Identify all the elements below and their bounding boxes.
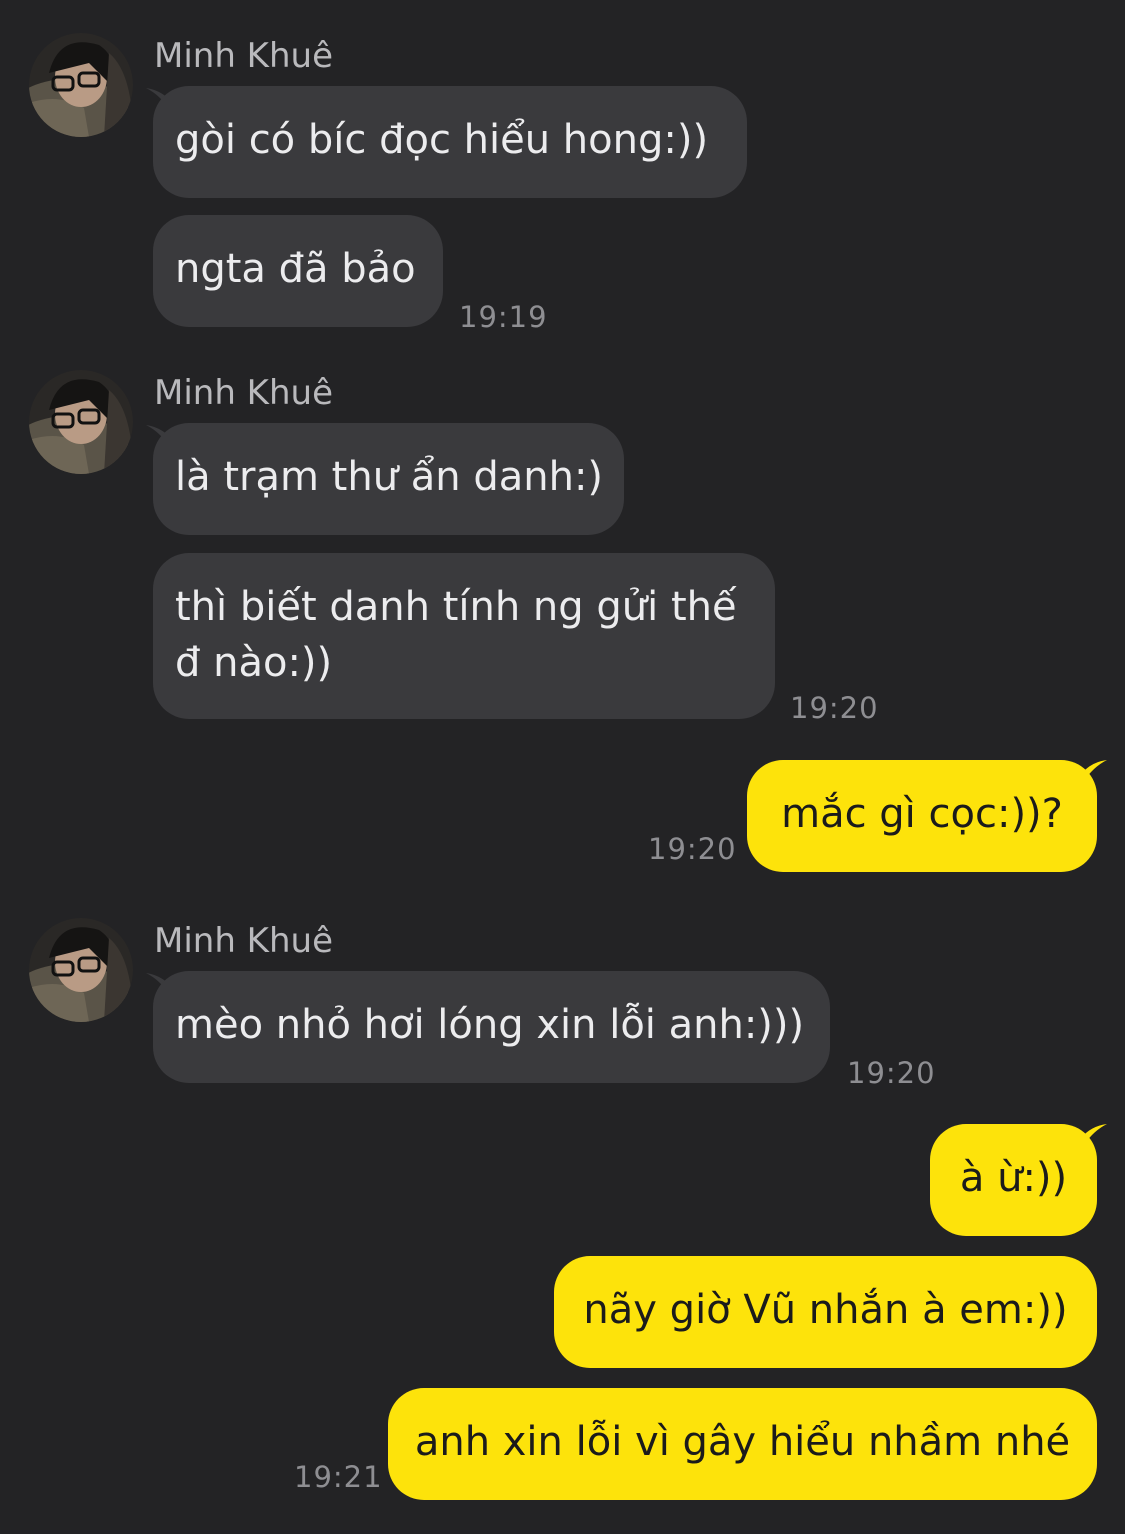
- sender-name: Minh Khuê: [154, 373, 333, 413]
- message-timestamp: 19:20: [790, 691, 879, 725]
- avatar[interactable]: [29, 33, 133, 137]
- bubble-tail: [1081, 1124, 1107, 1150]
- message-bubble-outgoing[interactable]: nãy giờ Vũ nhắn à em:)): [554, 1256, 1097, 1368]
- message-timestamp: 19:20: [847, 1056, 936, 1090]
- message-bubble-outgoing[interactable]: anh xin lỗi vì gây hiểu nhầm nhé: [388, 1388, 1097, 1500]
- message-bubble-outgoing[interactable]: à ừ:)): [930, 1124, 1097, 1236]
- message-bubble-incoming[interactable]: mèo nhỏ hơi lóng xin lỗi anh:))): [153, 971, 830, 1083]
- avatar-photo-icon: [29, 33, 133, 137]
- avatar-photo-icon: [29, 918, 133, 1022]
- bubble-tail: [1081, 760, 1107, 786]
- message-timestamp: 19:20: [648, 832, 737, 866]
- avatar[interactable]: [29, 918, 133, 1022]
- message-bubble-outgoing[interactable]: mắc gì cọc:))?: [747, 760, 1097, 872]
- avatar-photo-icon: [29, 370, 133, 474]
- avatar[interactable]: [29, 370, 133, 474]
- sender-name: Minh Khuê: [154, 921, 333, 961]
- message-timestamp: 19:19: [459, 300, 548, 334]
- sender-name: Minh Khuê: [154, 36, 333, 76]
- message-bubble-incoming[interactable]: thì biết danh tính ng gửi thế đ nào:)): [153, 553, 775, 719]
- message-bubble-incoming[interactable]: là trạm thư ẩn danh:): [153, 423, 624, 535]
- message-bubble-incoming[interactable]: gòi có bíc đọc hiểu hong:)): [153, 86, 747, 198]
- message-bubble-incoming[interactable]: ngta đã bảo: [153, 215, 443, 327]
- message-timestamp: 19:21: [294, 1460, 383, 1494]
